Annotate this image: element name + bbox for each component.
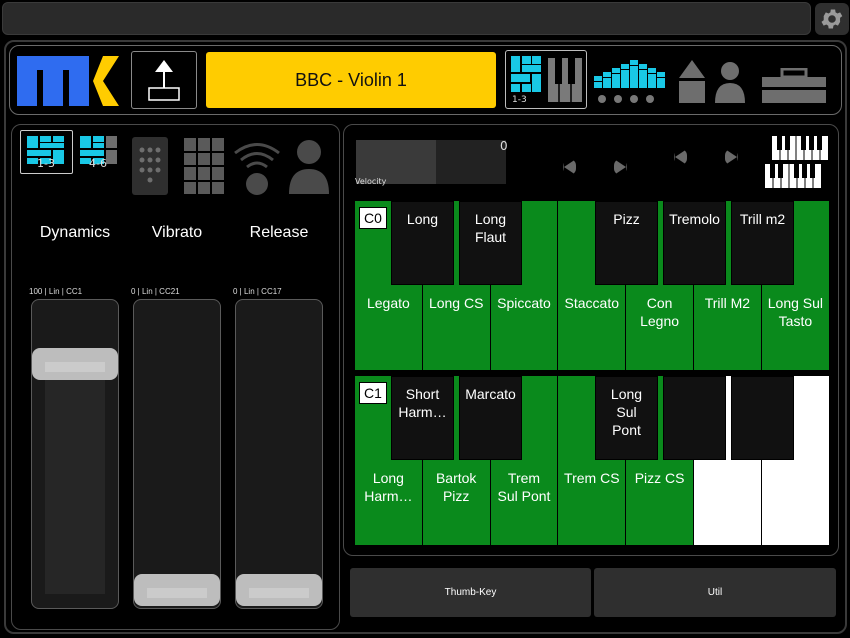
black-key[interactable] [663,376,726,460]
key-label: Trem Sul Pont [497,470,551,504]
black-key[interactable]: Long Flaut [459,201,522,285]
key-label: Bartok Pizz [435,470,477,504]
fader-vibrato[interactable] [133,299,221,609]
shapes-user-icon[interactable] [678,58,746,104]
util-button[interactable]: Util [594,568,836,617]
column-title-dynamics: Dynamics [39,224,111,241]
thumb-key-button[interactable]: Thumb-Key [350,568,591,617]
key-label: Pizz [613,211,640,227]
black-key[interactable]: Tremolo [663,201,726,285]
key-label: Long Sul Pont [610,386,643,438]
fader-release[interactable] [235,299,323,609]
top-status-bar [2,2,811,35]
column-title-vibrato: Vibrato [151,224,203,241]
key-label: Long Sul Tasto [767,295,824,329]
key-label: Staccato [564,295,620,311]
piano-keys-icon [548,58,582,102]
step-sequencer-icon[interactable] [594,58,666,104]
keyboard-row-c1: Long Harm… Bartok Pizz Trem Sul Pont Trem C… [355,376,830,545]
octave-up-arrow-icon[interactable] [614,159,627,175]
key-label: Long CS [428,295,484,311]
key-label: Legato [366,295,410,311]
wireless-icon[interactable] [232,138,282,196]
black-key[interactable]: Short Harm… [391,376,454,460]
gear-icon [821,9,843,29]
keyboard-row-c0: Legato Long CS Spiccato Staccato Con Legno Tr… [355,201,830,370]
patch-name-display[interactable]: BBC - Violin 1 [206,52,496,108]
black-key[interactable]: Marcato [459,376,522,460]
fader-meta-dynamics: 100 | Lin | CC1 [29,287,83,296]
fader-handle[interactable] [32,348,118,381]
octave-label: C1 [359,382,387,404]
pad-grid-icon[interactable] [183,137,225,195]
key-label: Trem CS [564,470,620,486]
key-label: Marcato [465,386,516,402]
key-label: Spiccato [497,295,551,311]
settings-button[interactable] [815,3,849,35]
toolbox-icon[interactable] [761,68,827,104]
key-label: Tremolo [669,211,720,227]
fader-handle[interactable] [134,574,220,606]
keypad-icon[interactable] [131,136,169,196]
mode-layout-label: 1-3 [512,95,527,105]
upload-button[interactable] [131,51,197,109]
black-key[interactable]: Pizz [595,201,658,285]
key-label: Long [406,211,439,227]
velocity-value: 0 [500,139,508,153]
key-label: Long Harm… [364,470,413,504]
velocity-label: Velocity [355,177,387,186]
column-title-release: Release [249,224,309,241]
octave-label: C0 [359,207,387,229]
group-label-4-6: 4-6 [89,157,107,170]
key-label: Long Flaut [474,211,507,245]
black-key[interactable] [731,376,794,460]
transpose-down-arrow-icon[interactable] [674,149,687,165]
octave-down-arrow-icon[interactable] [563,159,576,175]
black-key[interactable]: Long [391,201,454,285]
group-label-1-3: 1-3 [37,157,55,170]
app-logo [17,56,119,106]
fader-meta-release: 0 | Lin | CC17 [233,287,282,296]
key-label: Pizz CS [634,470,685,486]
keyboard-rows-icon[interactable] [764,135,830,189]
user-icon[interactable] [288,139,330,195]
upload-icon [148,60,180,101]
layout-grid-icon [511,56,541,92]
key-label: Con Legno [640,295,680,329]
black-key[interactable]: Trill m2 [731,201,794,285]
fader-fill [45,364,105,594]
key-label: Trill M2 [704,295,751,311]
key-label: Short Harm… [398,386,447,420]
black-key[interactable]: Long Sul Pont [595,376,658,460]
fader-handle[interactable] [236,574,322,606]
key-label: Trill m2 [739,211,786,227]
transpose-up-arrow-icon[interactable] [725,149,738,165]
fader-meta-vibrato: 0 | Lin | CC21 [131,287,180,296]
fader-dynamics[interactable] [31,299,119,609]
